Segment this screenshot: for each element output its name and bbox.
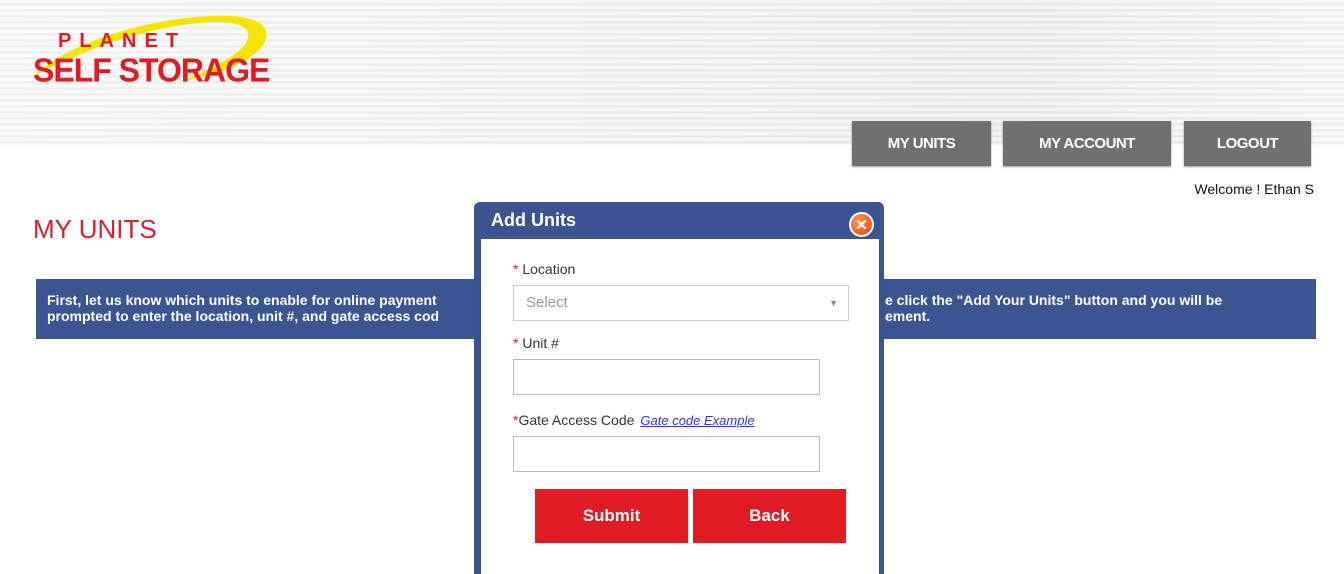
nav-my-units-button[interactable]: MY UNITS <box>852 121 991 166</box>
unit-number-input[interactable] <box>513 359 820 395</box>
gate-code-label: *Gate Access Code Gate code Example <box>513 412 755 428</box>
welcome-message: Welcome ! Ethan S <box>1194 181 1314 197</box>
gate-label-text: Gate Access Code <box>518 412 635 428</box>
location-select-value: Select <box>526 294 568 311</box>
gate-access-code-input[interactable] <box>513 436 820 472</box>
gate-code-example-link[interactable]: Gate code Example <box>640 413 754 428</box>
submit-button[interactable]: Submit <box>535 489 688 543</box>
add-units-dialog: Add Units ✕ * Location Select ▼ * Unit #… <box>474 202 884 574</box>
page-title: MY UNITS <box>33 214 157 244</box>
info-right-line-1: e click the "Add Your Units" button and … <box>885 292 1223 308</box>
info-text-right: e click the "Add Your Units" button and … <box>885 292 1222 324</box>
chevron-down-icon: ▼ <box>829 298 838 308</box>
back-button[interactable]: Back <box>693 489 846 543</box>
dialog-title: Add Units <box>491 210 576 230</box>
close-icon[interactable]: ✕ <box>849 212 874 237</box>
info-right-line-2: ement. <box>885 308 931 324</box>
location-label: * Location <box>513 261 575 277</box>
planet-self-storage-logo[interactable]: PLANET SELF STORAGE <box>30 10 280 90</box>
dialog-body: * Location Select ▼ * Unit # *Gate Acces… <box>481 239 879 574</box>
unit-label-text: Unit # <box>518 335 559 351</box>
info-text-left: First, let us know which units to enable… <box>47 292 439 324</box>
info-left-line-2: prompted to enter the location, unit #, … <box>47 308 440 324</box>
logo-self-storage-text: SELF STORAGE <box>33 51 270 89</box>
nav-logout-button[interactable]: LOGOUT <box>1184 121 1311 166</box>
info-left-line-1: First, let us know which units to enable… <box>47 292 437 308</box>
nav-my-account-button[interactable]: MY ACCOUNT <box>1003 121 1171 166</box>
location-select[interactable]: Select ▼ <box>513 285 849 321</box>
location-label-text: Location <box>518 261 576 277</box>
logo-planet-text: PLANET <box>58 30 186 52</box>
close-glyph: ✕ <box>855 216 868 234</box>
unit-label: * Unit # <box>513 335 559 351</box>
